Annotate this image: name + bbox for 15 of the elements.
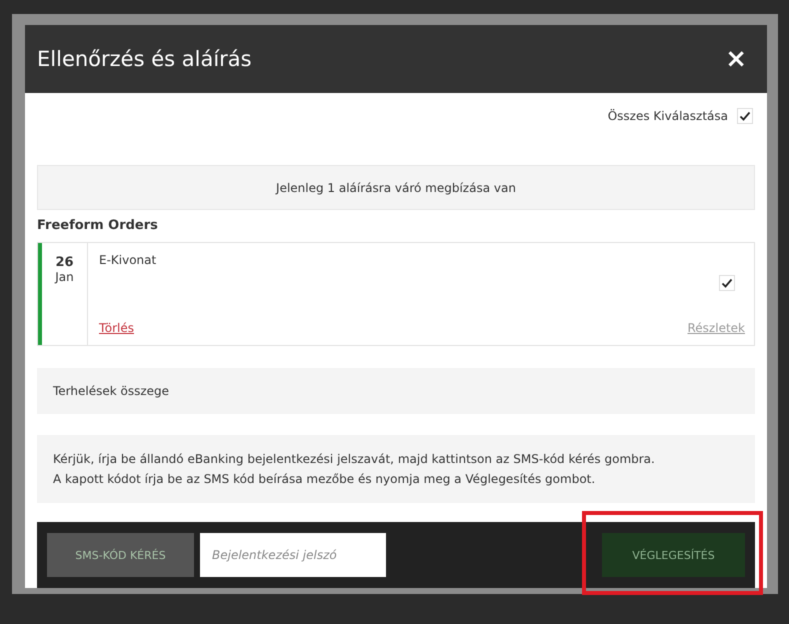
date-month: Jan [55,270,74,284]
dialog-title: Ellenőrzés és aláírás [37,47,252,71]
date-day: 26 [55,255,74,270]
delete-link[interactable]: Törlés [99,321,134,335]
section-title: Freeform Orders [37,218,159,233]
order-name: E-Kivonat [99,253,156,269]
instructions-text: Kérjük, írja be állandó eBanking bejelentkezési jelszavát, majd kattintson az SMS-kód kérés gombra. A kapott kódot írja be az SMS kód beírása mezőbe és nyomja meg a Véglegesítés gombot. [37,435,755,503]
details-link[interactable]: Részletek [688,321,745,335]
checkbox[interactable] [737,108,753,124]
password-field[interactable]: Bejelentkezési jelszó [200,533,386,577]
pending-info: Jelenleg 1 aláírásra váró megbízása van [37,165,755,210]
charges-total: Terhelések összege [37,368,755,414]
select-all-label: Összes Kiválasztása [608,109,728,123]
checkbox[interactable] [719,275,735,291]
close-icon[interactable]: × [725,46,747,72]
